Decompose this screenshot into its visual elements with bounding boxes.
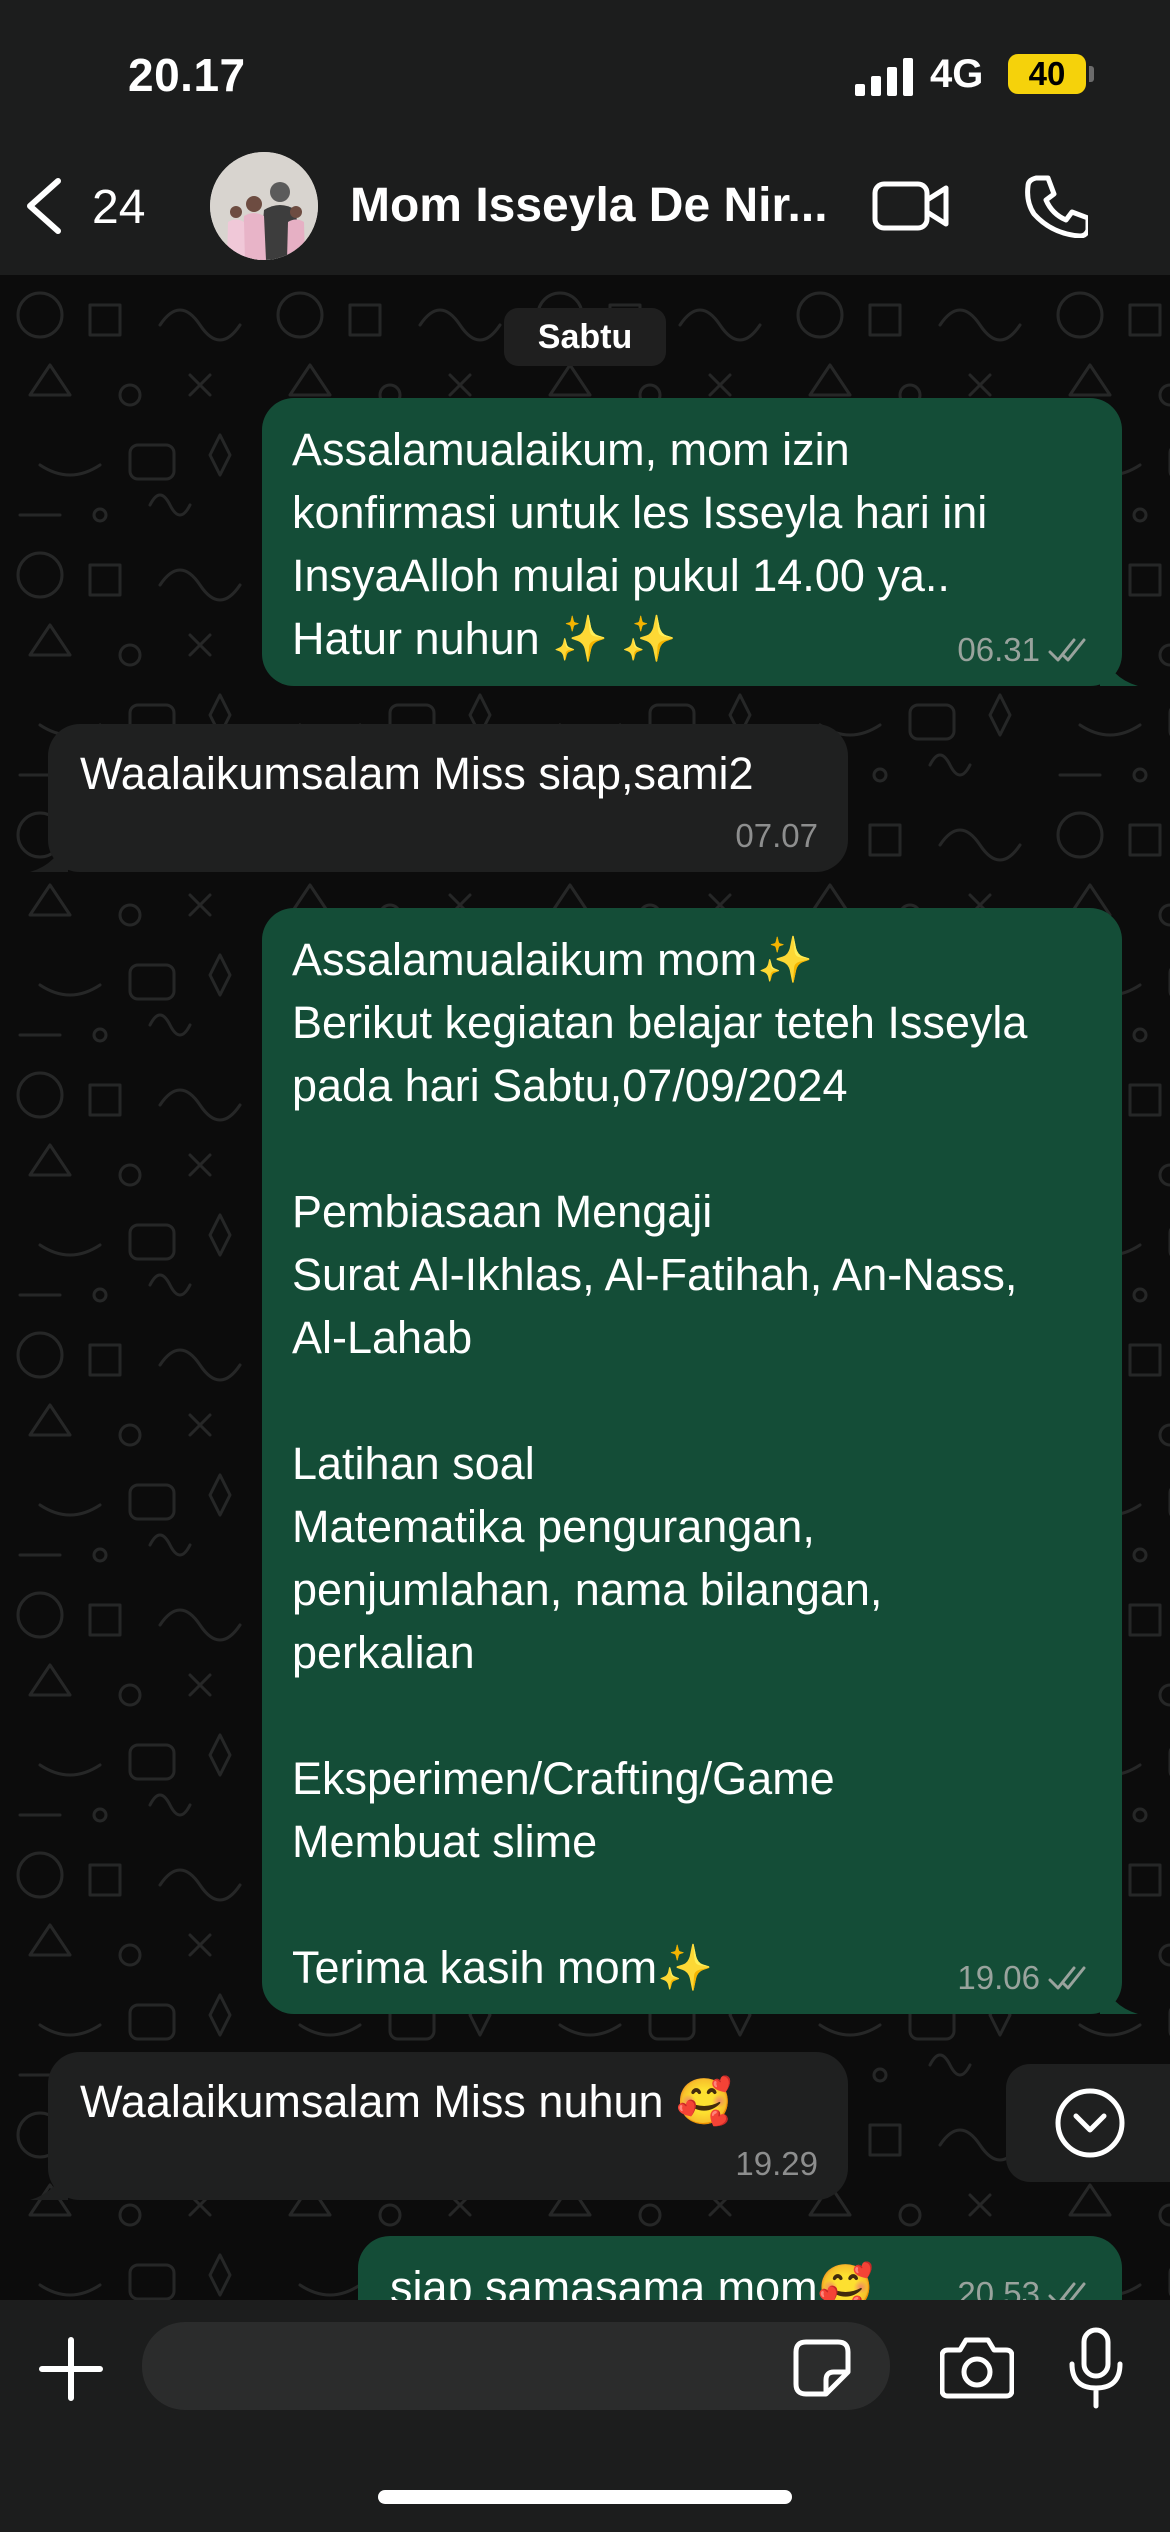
message-meta: 19.29 [735, 2144, 818, 2184]
contact-name[interactable]: Mom Isseyla De Nir... [350, 178, 830, 233]
incoming-message[interactable]: Waalaikumsalam Miss siap,sami2 07.07 [48, 724, 848, 872]
video-camera-icon[interactable] [872, 178, 950, 234]
message-input[interactable] [142, 2322, 890, 2410]
read-ticks-icon [1048, 638, 1086, 662]
avatar[interactable] [210, 152, 318, 260]
chevron-down-icon [1055, 2088, 1125, 2158]
message-time: 19.06 [957, 1959, 1040, 1996]
plus-icon[interactable] [36, 2334, 106, 2404]
incoming-message[interactable]: Waalaikumsalam Miss nuhun 🥰 19.29 [48, 2052, 848, 2200]
sticker-icon[interactable] [792, 2338, 852, 2398]
cellular-signal-icon [855, 58, 913, 96]
battery-nub [1089, 66, 1094, 82]
phone-icon[interactable] [1022, 172, 1088, 238]
message-meta: 06.31 [957, 630, 1092, 670]
unread-count[interactable]: 24 [92, 180, 145, 235]
message-text: Waalaikumsalam Miss nuhun 🥰 [80, 2076, 733, 2127]
camera-icon[interactable] [940, 2334, 1014, 2400]
bubble-tail [1100, 1976, 1138, 2014]
home-indicator[interactable] [378, 2490, 792, 2504]
message-text: Waalaikumsalam Miss siap,sami2 [80, 748, 754, 799]
microphone-icon[interactable] [1066, 2326, 1126, 2410]
network-type-label: 4G [930, 52, 984, 96]
bubble-tail [30, 834, 68, 872]
back-chevron-icon[interactable] [22, 175, 66, 237]
status-time: 20.17 [128, 49, 246, 101]
message-time: 06.31 [957, 631, 1040, 668]
scroll-to-bottom-button[interactable] [1006, 2064, 1170, 2182]
message-time: 19.29 [735, 2145, 818, 2182]
battery-icon: 40 [1008, 54, 1086, 94]
date-divider: Sabtu [504, 308, 666, 366]
chat-screen: 20.17 4G 40 24 Mom Isseyla De Nir... Sab… [0, 0, 1170, 2532]
chat-header [0, 0, 1170, 275]
outgoing-message[interactable]: Assalamualaikum mom✨ Berikut kegiatan be… [262, 908, 1122, 2014]
bubble-tail [1100, 648, 1138, 686]
message-text: Assalamualaikum mom✨ Berikut kegiatan be… [292, 934, 1028, 1993]
message-time: 07.07 [735, 817, 818, 854]
message-meta: 07.07 [735, 816, 818, 856]
contact-photo-icon [210, 152, 318, 260]
message-meta: 19.06 [957, 1958, 1092, 1998]
read-ticks-icon [1048, 1966, 1086, 1990]
bubble-tail [30, 2162, 68, 2200]
outgoing-message[interactable]: Assalamualaikum, mom izin konfirmasi unt… [262, 398, 1122, 686]
